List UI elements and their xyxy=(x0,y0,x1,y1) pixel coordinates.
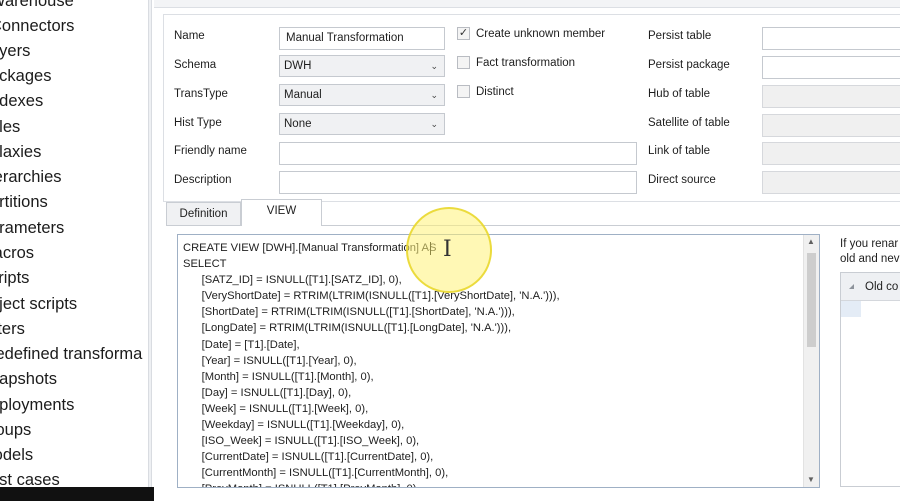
chevron-down-icon: ⌄ xyxy=(430,119,438,129)
rename-hint-line-2: old and nev xyxy=(840,253,900,265)
sidebar-item-warehouse[interactable]: Warehouse xyxy=(0,0,74,11)
transtype-label: TransType xyxy=(174,88,228,100)
sidebar-item-groups[interactable]: roups xyxy=(0,420,31,440)
sidebar-item-parameters[interactable]: arameters xyxy=(0,218,64,238)
sidebar-item-layers[interactable]: ayers xyxy=(0,41,30,61)
text-cursor-icon: I xyxy=(443,237,452,262)
sql-code[interactable]: CREATE VIEW [DWH].[Manual Transformation… xyxy=(183,240,560,487)
sidebar-item-hierarchies[interactable]: ierarchies xyxy=(0,167,62,187)
sort-indicator-icon xyxy=(849,284,854,289)
old-column-header-label: Old co xyxy=(865,281,899,293)
description-label: Description xyxy=(174,174,232,186)
sidebar-item-connectors[interactable]: Connectors xyxy=(0,16,74,36)
schema-select[interactable]: DWH ⌄ xyxy=(279,55,445,77)
link-of-table-label: Link of table xyxy=(648,145,711,157)
satellite-of-table-input[interactable] xyxy=(762,114,900,137)
checkbox-box xyxy=(457,56,470,69)
rename-hint-line-1: If you renar xyxy=(840,238,899,250)
transtype-value: Manual xyxy=(284,89,322,101)
tab-view[interactable]: VIEW xyxy=(241,199,322,226)
chevron-down-icon: ⌄ xyxy=(430,61,438,71)
direct-source-input[interactable] xyxy=(762,171,900,194)
direct-source-label: Direct source xyxy=(648,174,716,186)
name-input[interactable]: Manual Transformation xyxy=(279,27,445,50)
tab-definition[interactable]: Definition xyxy=(166,202,241,226)
sidebar-item-predefined-transformations[interactable]: redefined transforma xyxy=(0,344,142,364)
scrollbar-thumb[interactable] xyxy=(807,253,816,347)
scroll-down-arrow-icon[interactable]: ▼ xyxy=(807,475,815,484)
fact-transformation-checkbox[interactable]: Fact transformation xyxy=(457,56,575,69)
chevron-down-icon: ⌄ xyxy=(430,90,438,100)
sidebar-splitter[interactable] xyxy=(148,0,152,501)
sidebar-tree: Warehouse Connectors ayers ackages ndexe… xyxy=(0,0,148,501)
friendly-name-input[interactable] xyxy=(279,142,637,165)
rename-hint: If you renar old and nev xyxy=(840,237,899,267)
hub-of-table-input[interactable] xyxy=(762,85,900,108)
top-strip xyxy=(154,0,900,8)
sidebar-item-packages[interactable]: ackages xyxy=(0,66,51,86)
sidebar-item-snapshots[interactable]: napshots xyxy=(0,369,57,389)
create-unknown-member-label: Create unknown member xyxy=(476,27,606,40)
sidebar-item-object-scripts[interactable]: bject scripts xyxy=(0,294,77,314)
sidebar-item-scripts[interactable]: cripts xyxy=(0,268,29,288)
name-label: Name xyxy=(174,30,205,42)
description-input[interactable] xyxy=(279,171,637,194)
distinct-label: Distinct xyxy=(476,85,514,98)
persist-table-input[interactable] xyxy=(762,27,900,50)
create-unknown-member-checkbox[interactable]: ✓ Create unknown member xyxy=(457,27,605,40)
sidebar-item-filters[interactable]: ilters xyxy=(0,319,25,339)
schema-label: Schema xyxy=(174,59,217,71)
scroll-up-arrow-icon[interactable]: ▲ xyxy=(807,237,815,246)
satellite-of-table-label: Satellite of table xyxy=(648,117,730,129)
histtype-label: Hist Type xyxy=(174,117,222,129)
sidebar-item-deployments[interactable]: eployments xyxy=(0,395,74,415)
transtype-select[interactable]: Manual ⌄ xyxy=(279,84,445,106)
friendly-name-label: Friendly name xyxy=(174,145,247,157)
sidebar-item-galaxies[interactable]: alaxies xyxy=(0,142,41,162)
schema-value: DWH xyxy=(284,60,312,72)
histtype-select[interactable]: None ⌄ xyxy=(279,113,445,135)
tab-strip-divider xyxy=(322,225,900,226)
fact-transformation-label: Fact transformation xyxy=(476,56,576,69)
sidebar-item-roles[interactable]: oles xyxy=(0,117,20,137)
checkmark-icon: ✓ xyxy=(457,27,470,40)
sidebar-item-models[interactable]: lodels xyxy=(0,445,33,465)
sidebar-item-indexes[interactable]: ndexes xyxy=(0,91,43,111)
histtype-value: None xyxy=(284,118,312,130)
persist-package-input[interactable] xyxy=(762,56,900,79)
editor-vertical-scrollbar[interactable]: ▲ ▼ xyxy=(803,235,819,487)
grid-column-header[interactable]: Old co xyxy=(841,273,900,301)
persist-package-label: Persist package xyxy=(648,59,730,71)
persist-table-label: Persist table xyxy=(648,30,712,42)
link-of-table-input[interactable] xyxy=(762,142,900,165)
hub-of-table-label: Hub of table xyxy=(648,88,711,100)
rename-mapping-grid[interactable]: Old co xyxy=(840,272,900,487)
sidebar-item-macros[interactable]: lacros xyxy=(0,243,34,263)
sql-view-editor[interactable]: CREATE VIEW [DWH].[Manual Transformation… xyxy=(177,234,820,488)
grid-selected-row[interactable] xyxy=(841,301,861,317)
checkbox-box xyxy=(457,85,470,98)
distinct-checkbox[interactable]: Distinct xyxy=(457,85,514,98)
sidebar-item-partitions[interactable]: artitions xyxy=(0,192,48,212)
